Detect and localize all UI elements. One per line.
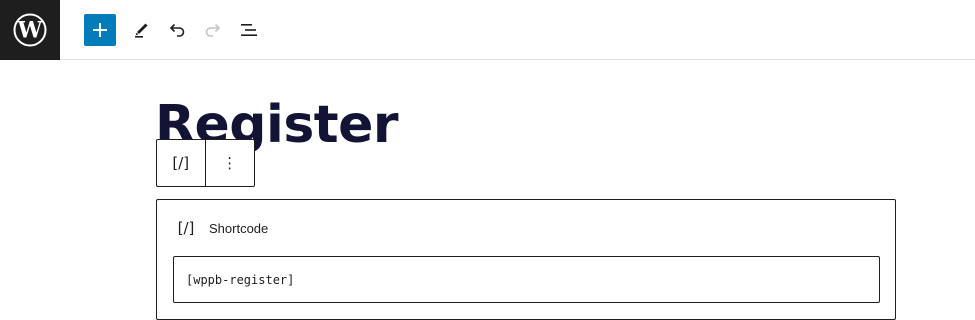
block-toolbar: [/] ⋮ bbox=[156, 139, 255, 187]
more-vertical-icon: ⋮ bbox=[222, 154, 238, 172]
shortcode-icon: [/] bbox=[177, 219, 195, 237]
shortcode-icon: [/] bbox=[172, 154, 190, 172]
undo-icon bbox=[169, 23, 185, 37]
block-type-button[interactable]: [/] bbox=[157, 140, 206, 186]
svg-text:W: W bbox=[17, 18, 43, 44]
plus-icon bbox=[93, 23, 107, 37]
add-block-button[interactable] bbox=[84, 14, 116, 46]
shortcode-input[interactable] bbox=[173, 256, 880, 303]
wordpress-logo-icon[interactable]: W bbox=[0, 0, 60, 60]
list-view-icon bbox=[241, 24, 257, 36]
undo-button[interactable] bbox=[161, 14, 193, 46]
redo-button[interactable] bbox=[197, 14, 229, 46]
redo-icon bbox=[205, 23, 221, 37]
pencil-icon bbox=[135, 23, 148, 38]
shortcode-block-label: Shortcode bbox=[209, 220, 269, 236]
tools-button[interactable] bbox=[125, 14, 157, 46]
list-view-button[interactable] bbox=[233, 14, 265, 46]
shortcode-block-header: [/] Shortcode bbox=[176, 217, 269, 239]
shortcode-block[interactable]: [/] Shortcode bbox=[156, 199, 896, 320]
editor-top-toolbar: W bbox=[0, 0, 975, 60]
block-options-button[interactable]: ⋮ bbox=[206, 140, 255, 186]
